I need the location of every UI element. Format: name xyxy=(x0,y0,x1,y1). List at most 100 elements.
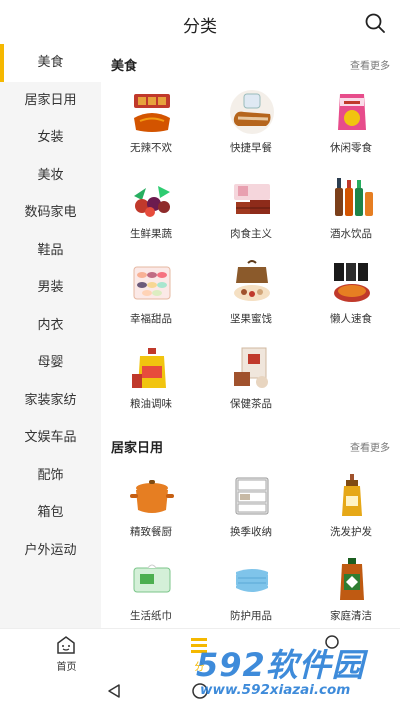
category-cell[interactable]: 休闲零食 xyxy=(301,88,400,168)
category-cell[interactable]: 懒人速食 xyxy=(301,259,400,339)
view-more-link[interactable]: 查看更多 xyxy=(350,439,390,454)
home-circle-icon[interactable] xyxy=(191,682,209,700)
section-title: 美食 xyxy=(111,59,138,74)
category-cell[interactable]: 粮油调味 xyxy=(101,344,201,424)
category-label: 精致餐厨 xyxy=(130,526,172,538)
category-label: 换季收纳 xyxy=(230,526,272,538)
nuts-gift-icon xyxy=(228,259,276,307)
category-icon xyxy=(188,634,210,656)
category-cell[interactable]: 无辣不欢 xyxy=(101,88,201,168)
category-cell[interactable]: 肉食主义 xyxy=(201,174,301,254)
sidebar-item-women-clothing[interactable]: 女装 xyxy=(0,119,101,157)
category-label: 懒人速食 xyxy=(330,313,372,325)
disinfectant-bottle-icon xyxy=(328,556,376,604)
category-label: 无辣不欢 xyxy=(130,142,172,154)
chips-bag-icon xyxy=(328,88,376,136)
sidebar-item-label: 女装 xyxy=(37,130,64,145)
page-title: 分类 xyxy=(183,17,217,37)
category-label: 家庭清洁 xyxy=(330,610,372,622)
bottles-icon xyxy=(328,174,376,222)
category-cell[interactable]: 洗发护发 xyxy=(301,472,400,552)
sidebar-item-entertainment-car[interactable]: 文娱车品 xyxy=(0,419,101,457)
shampoo-bottle-icon xyxy=(328,472,376,520)
back-triangle-icon[interactable] xyxy=(105,682,123,700)
category-label: 生鲜果蔬 xyxy=(130,228,172,240)
category-label: 保健茶品 xyxy=(230,398,272,410)
sidebar-item-digital[interactable]: 数码家电 xyxy=(0,194,101,232)
category-cell[interactable]: 生活纸巾 xyxy=(101,556,201,628)
section-header-food: 美食 查看更多 xyxy=(101,52,400,74)
category-cell[interactable]: 家庭清洁 xyxy=(301,556,400,628)
category-cell[interactable]: 精致餐厨 xyxy=(101,472,201,552)
section-title: 居家日用 xyxy=(111,441,164,456)
category-label: 幸福甜品 xyxy=(130,313,172,325)
nav-home[interactable]: 首页 xyxy=(0,629,133,673)
meat-box-icon xyxy=(228,174,276,222)
sidebar-item-label: 家装家纺 xyxy=(24,392,77,408)
top-bar: 分类 xyxy=(0,0,400,44)
sidebar-item-home-daily[interactable]: 居家日用 xyxy=(0,82,101,120)
tissue-pack-icon xyxy=(128,556,176,604)
bread-icon xyxy=(228,88,276,136)
nav-label: 分 xyxy=(194,662,205,673)
macaron-icon xyxy=(128,259,176,307)
profile-icon xyxy=(321,634,343,656)
category-cell[interactable]: 坚果蜜饯 xyxy=(201,259,301,339)
sidebar-item-men-clothing[interactable]: 男装 xyxy=(0,269,101,307)
sidebar-item-food[interactable]: 美食 xyxy=(0,44,101,82)
sidebar-item-underwear[interactable]: 内衣 xyxy=(0,307,101,345)
category-label: 生活纸巾 xyxy=(130,610,172,622)
storage-drawer-icon xyxy=(228,472,276,520)
category-sidebar: 美食 居家日用 女装 美妆 数码家电 鞋品 男装 内衣 母婴 家装家纺 文娱车品… xyxy=(0,44,101,628)
fruit-icon xyxy=(128,174,176,222)
sidebar-item-label: 美妆 xyxy=(37,167,64,183)
category-label: 洗发护发 xyxy=(330,526,372,538)
sidebar-item-label: 男装 xyxy=(37,280,64,295)
category-cell[interactable]: 防护用品 xyxy=(201,556,301,628)
sidebar-item-label: 居家日用 xyxy=(24,92,77,108)
nav-category[interactable]: 分 xyxy=(133,629,266,673)
sidebar-item-accessories[interactable]: 配饰 xyxy=(0,457,101,495)
nav-label: 首页 xyxy=(56,662,77,673)
sidebar-item-shoes[interactable]: 鞋品 xyxy=(0,232,101,270)
sidebar-item-label: 户外运动 xyxy=(24,542,77,558)
sidebar-item-beauty[interactable]: 美妆 xyxy=(0,157,101,195)
category-cell[interactable]: 快捷早餐 xyxy=(201,88,301,168)
app-screen: 分类 美食 居家日用 女装 美妆 数码家电 鞋品 男装 内衣 母婴 家装家纺 文… xyxy=(0,0,400,711)
sidebar-item-bags[interactable]: 箱包 xyxy=(0,494,101,532)
sidebar-item-label: 配饰 xyxy=(37,467,64,483)
category-cell[interactable]: 换季收纳 xyxy=(201,472,301,552)
sidebar-item-label: 母婴 xyxy=(37,355,64,370)
system-nav-bar xyxy=(0,672,400,711)
sidebar-item-label: 内衣 xyxy=(37,317,64,333)
category-label: 肉食主义 xyxy=(230,228,272,240)
category-cell[interactable]: 生鲜果蔬 xyxy=(101,174,201,254)
sidebar-item-baby[interactable]: 母婴 xyxy=(0,344,101,382)
tea-box-icon xyxy=(228,344,276,392)
sidebar-item-label: 文娱车品 xyxy=(24,430,77,445)
category-cell[interactable]: 保健茶品 xyxy=(201,344,301,424)
cooking-pot-icon xyxy=(128,472,176,520)
view-more-link[interactable]: 查看更多 xyxy=(350,57,390,72)
category-cell[interactable]: 酒水饮品 xyxy=(301,174,400,254)
category-label: 休闲零食 xyxy=(330,142,372,154)
category-content: 美食 查看更多 无辣不欢 快捷早餐 休闲零食 生鲜果蔬 肉食主义 酒水饮品 幸福… xyxy=(101,44,400,628)
face-mask-icon xyxy=(228,556,276,604)
sidebar-item-home-textile[interactable]: 家装家纺 xyxy=(0,382,101,420)
category-cell[interactable]: 幸福甜品 xyxy=(101,259,201,339)
sidebar-item-outdoor[interactable]: 户外运动 xyxy=(0,532,101,570)
sidebar-item-label: 美食 xyxy=(37,55,64,70)
instant-noodle-icon xyxy=(328,259,376,307)
meat-snack-icon xyxy=(128,88,176,136)
bottom-nav: 首页 分 xyxy=(0,628,400,673)
category-label: 酒水饮品 xyxy=(330,228,372,240)
search-icon[interactable] xyxy=(364,12,386,34)
category-label: 防护用品 xyxy=(230,610,272,622)
category-label: 快捷早餐 xyxy=(230,142,272,154)
sidebar-item-label: 数码家电 xyxy=(24,205,77,220)
home-face-icon xyxy=(55,634,77,656)
sidebar-item-label: 鞋品 xyxy=(37,242,64,258)
nav-profile[interactable] xyxy=(266,629,399,673)
category-label: 粮油调味 xyxy=(130,398,172,410)
cooking-oil-icon xyxy=(128,344,176,392)
